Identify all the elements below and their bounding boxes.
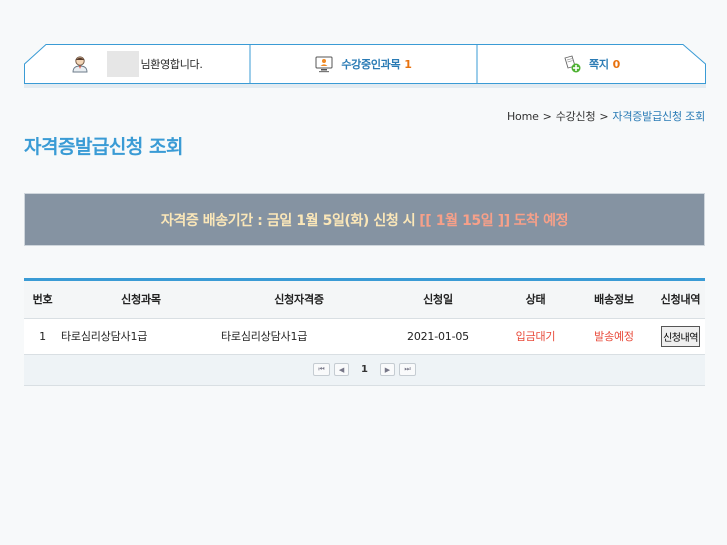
row-date: 2021-01-05 [377,318,499,355]
courses-label: 수강중인과목 [341,58,401,71]
header-date: 신청일 [377,281,499,319]
notes-link[interactable]: 쪽지 0 [477,44,706,84]
header-number: 번호 [24,281,61,319]
breadcrumb-level1[interactable]: 수강신청 [556,110,596,123]
monitor-course-icon [315,56,333,73]
welcome-message: 님환영합니다. [24,44,250,84]
pagination: ⏮ ◀ 1 ▶ ⏭ [24,354,705,386]
header-certificate: 신청자격증 [221,281,377,319]
breadcrumb-home[interactable]: Home [507,110,539,123]
breadcrumb-separator: > [599,110,609,123]
header-shipping: 배송정보 [572,281,656,319]
row-shipping: 발송예정 [572,318,656,355]
notice-arrival-date: [[ 1월 15일 ]] [419,212,510,229]
info-bar-underline [24,84,706,88]
header-course: 신청과목 [61,281,221,319]
notice-suffix: 도착 예정 [513,212,569,229]
notes-count: 0 [612,57,621,71]
next-page-button[interactable]: ▶ [379,363,395,376]
page-title: 자격증발급신청 조회 [24,136,183,158]
row-course: 타로심리상담사1급 [61,318,221,355]
last-page-button[interactable]: ⏭ [398,363,416,376]
row-certificate: 타로심리상담사1급 [221,318,377,355]
notice-prefix: 자격증 배송기간 : 금일 1월 5일(화) 신청 시 [160,212,416,229]
notes-label: 쪽지 [589,58,609,71]
certificate-request-table: 번호 신청과목 신청자격증 신청일 상태 배송정보 신청내역 1 타로심리상담사… [24,278,705,386]
current-page-number[interactable]: 1 [361,364,368,375]
courses-in-progress-link[interactable]: 수강중인과목 1 [250,44,477,84]
header-status: 상태 [499,281,572,319]
row-detail-cell: 신청내역 [656,318,705,355]
row-number: 1 [24,318,61,355]
table-row: 1 타로심리상담사1급 타로심리상담사1급 2021-01-05 입금대기 발송… [24,318,705,355]
prev-page-button[interactable]: ◀ [334,363,350,376]
shipping-notice-banner: 자격증 배송기간 : 금일 1월 5일(화) 신청 시 [[ 1월 15일 ]]… [24,193,705,246]
breadcrumb-current: 자격증발급신청 조회 [612,110,705,123]
user-avatar-icon [71,55,89,73]
welcome-text: 님환영합니다. [140,58,203,71]
user-info-bar: 님환영합니다. 수강중인과목 1 쪽지 0 [24,44,706,84]
breadcrumb: Home > 수강신청 > 자격증발급신청 조회 [507,108,705,124]
courses-count: 1 [404,57,412,71]
request-detail-button[interactable]: 신청내역 [661,325,700,347]
header-detail: 신청내역 [656,281,705,319]
note-add-icon [563,55,581,73]
user-name-placeholder [107,51,140,77]
table-header-row: 번호 신청과목 신청자격증 신청일 상태 배송정보 신청내역 [24,281,705,319]
first-page-button[interactable]: ⏮ [313,363,331,376]
breadcrumb-separator: > [542,110,552,123]
row-status: 입금대기 [499,318,572,355]
